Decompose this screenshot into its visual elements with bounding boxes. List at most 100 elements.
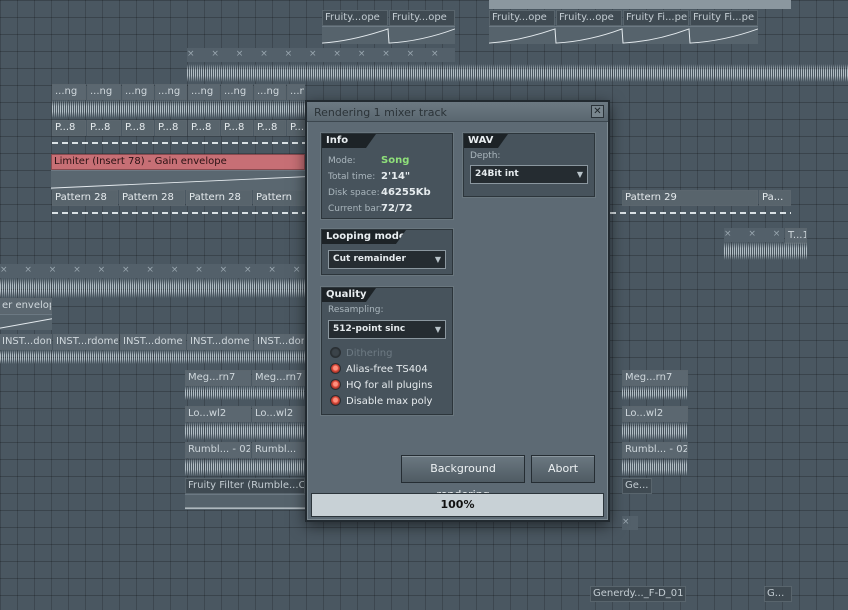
looping-mode-panel: Looping mode Cut remainder ▼ (321, 229, 453, 275)
clip-rumble-02[interactable]: Rumbl... - 02 (622, 442, 688, 458)
disable-max-poly-option[interactable]: Disable max poly (330, 395, 432, 409)
clip-pattern-28[interactable]: Pattern 28 (186, 190, 252, 206)
clip-meg-rn7[interactable]: Meg...rn7 (252, 370, 305, 386)
clip-label: P...8 (290, 122, 305, 133)
clip-ng[interactable]: ...ng (122, 84, 154, 100)
clip-ng[interactable]: ...ng (287, 84, 305, 100)
clip-ge[interactable]: Ge... (622, 478, 652, 494)
clip-mute-row[interactable]: × × × × × × × × × × × × × × × × × × × × (724, 228, 784, 242)
clip-p8[interactable]: P...8 (87, 120, 121, 136)
hq-plugins-option[interactable]: HQ for all plugins (330, 379, 433, 393)
resampling-dropdown[interactable]: 512-point sinc ▼ (328, 320, 446, 339)
dialog-titlebar[interactable]: Rendering 1 mixer track ✕ (307, 102, 608, 122)
clip-mute-row[interactable]: × × × × × × × × × × × × × × × × × × × × (0, 264, 305, 278)
clip-label: Limiter (Insert 78) - Gain envelope (54, 156, 227, 167)
clip-p8[interactable]: P...8 (287, 120, 305, 136)
clip-label: T...1 (788, 230, 807, 241)
clip-lo-wl2[interactable]: Lo...wl2 (185, 406, 251, 422)
clip-p8[interactable]: P...8 (155, 120, 187, 136)
clip-fruity-ope-1[interactable]: Fruity...ope (322, 10, 388, 26)
render-progress-bar: 100% (311, 493, 604, 517)
clip-ng[interactable]: ...ng (221, 84, 253, 100)
clip-inst-dome[interactable]: INST...dome (0, 334, 52, 350)
abort-button[interactable]: Abort (531, 455, 595, 483)
clip-meg-rn7[interactable]: Meg...rn7 (185, 370, 251, 386)
clip-label: ...ng (191, 86, 214, 97)
chevron-down-icon: ▼ (434, 325, 441, 334)
clip-label: Fruity...ope (492, 12, 547, 23)
clip-fruity-ope-3[interactable]: Fruity...ope (489, 10, 555, 26)
clip-mute-row[interactable]: × × × × × × × × × × × × × × × × × × × × (187, 48, 455, 62)
dithering-option[interactable]: Dithering (330, 347, 392, 361)
clip-p8[interactable]: P...8 (221, 120, 253, 136)
clip-label: P...8 (125, 122, 146, 133)
clip-g[interactable]: G... (764, 586, 792, 602)
mode-row: Mode: Song (328, 155, 409, 166)
clip-rumble-02[interactable]: Rumbl... - 02 (185, 442, 251, 458)
radio-off-icon (330, 347, 341, 358)
clip-generdy[interactable]: Generdy..._F-D_01 (590, 586, 686, 602)
chevron-down-icon: ▼ (576, 170, 583, 179)
clip-label: Lo...wl2 (625, 408, 664, 419)
radio-on-icon (330, 363, 341, 374)
clip-p8[interactable]: P...8 (52, 120, 86, 136)
clip-ng[interactable]: ...ng (188, 84, 220, 100)
audio-waveform (187, 64, 848, 82)
clip-ng[interactable]: ...ng (254, 84, 286, 100)
clip-label: ...ng (55, 86, 78, 97)
audio-waveform (724, 242, 808, 260)
clip-ng[interactable]: ...ng (155, 84, 187, 100)
clip-lo-wl2[interactable]: Lo...wl2 (622, 406, 688, 422)
radio-on-icon (330, 395, 341, 406)
clip-label: Pattern 28 (55, 192, 107, 203)
clip-pattern-28[interactable]: Pattern (253, 190, 305, 206)
looping-mode-dropdown[interactable]: Cut remainder ▼ (328, 250, 446, 269)
clip-pattern-28[interactable]: Pattern 28 (52, 190, 118, 206)
clip-p8[interactable]: P...8 (122, 120, 154, 136)
clip-label: INST...dome (257, 336, 304, 347)
current-bar-row: Current bar: 72/72 (328, 203, 412, 214)
clip-label: Fruity...ope (392, 12, 447, 23)
alias-free-option[interactable]: Alias-free TS404 (330, 363, 428, 377)
clip-label: G... (767, 588, 785, 599)
pattern-notes (52, 136, 305, 150)
clip-ng[interactable]: ...ng (87, 84, 121, 100)
clip-label: Pattern (256, 192, 292, 203)
clip-inst-rdome[interactable]: INST...rdome (53, 334, 119, 350)
clip-pattern-28[interactable]: Pattern 28 (119, 190, 185, 206)
clip-pa[interactable]: Pa... (759, 190, 791, 206)
disable-max-poly-label: Disable max poly (346, 396, 433, 407)
clip-meg-rn7[interactable]: Meg...rn7 (622, 370, 688, 386)
hq-plugins-label: HQ for all plugins (346, 380, 433, 391)
automation-curve (185, 494, 305, 510)
clip-pattern-29[interactable]: Pattern 29 (622, 190, 758, 206)
clip-label: Lo...wl2 (255, 408, 294, 419)
clip-inst-dome[interactable]: INST...dome (254, 334, 305, 350)
clip-er-envelope[interactable]: er envelope (0, 298, 52, 314)
background-rendering-button[interactable]: Background rendering (401, 455, 525, 501)
clip-label: Meg...rn7 (188, 372, 236, 383)
chevron-down-icon: ▼ (434, 255, 441, 264)
info-header: Info (322, 134, 376, 148)
clip-p8[interactable]: P...8 (188, 120, 220, 136)
clip-inst-dome[interactable]: INST...dome (120, 334, 186, 350)
clip-rumble[interactable]: Rumbl... (252, 442, 305, 458)
clip-fruity-ope-5[interactable]: Fruity Fi...pe (623, 10, 689, 26)
clip-fruity-filter[interactable]: Fruity Filter (Rumble...Cu (185, 478, 305, 494)
clip-mute-row[interactable]: × × × × × × × × × × × × × × × × × × × × (622, 516, 638, 530)
clip-ng[interactable]: ...ng (52, 84, 86, 100)
clip-fruity-ope-4[interactable]: Fruity...ope (556, 10, 622, 26)
clip-lo-wl2[interactable]: Lo...wl2 (252, 406, 305, 422)
audio-waveform (622, 386, 688, 400)
clip-inst-dome[interactable]: INST...dome (187, 334, 253, 350)
clip-label: P...8 (55, 122, 76, 133)
looping-mode-value: Cut remainder (333, 254, 406, 264)
resampling-value: 512-point sinc (333, 324, 406, 334)
close-icon[interactable]: ✕ (591, 105, 604, 118)
clip-gain-envelope[interactable]: Limiter (Insert 78) - Gain envelope (51, 154, 305, 170)
clip-fruity-fi-pe[interactable]: Fruity Fi...pe (690, 10, 758, 26)
depth-dropdown[interactable]: 24Bit int ▼ (470, 165, 588, 184)
clip-p8[interactable]: P...8 (254, 120, 286, 136)
total-time-value: 2'14" (381, 171, 411, 182)
clip-fruity-ope-2[interactable]: Fruity...ope (389, 10, 455, 26)
